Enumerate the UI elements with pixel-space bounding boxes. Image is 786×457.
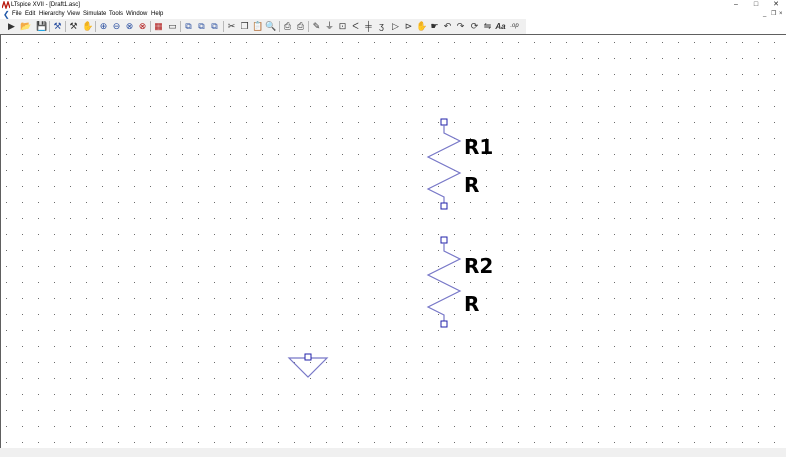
wand-icon[interactable]: ⚒ [68, 21, 79, 32]
schematic-canvas[interactable]: R1 R R2 R [0, 34, 786, 449]
toolbar-separator [308, 21, 309, 32]
zoom-in-icon[interactable]: ⊕ [98, 21, 109, 32]
menu-tools[interactable]: Tools [109, 10, 123, 19]
status-bar [0, 448, 786, 457]
menu-file[interactable]: File [12, 10, 22, 19]
run-icon[interactable]: ▶ [6, 21, 17, 32]
tile-icon[interactable]: ▭ [167, 21, 178, 32]
autorange-icon[interactable]: ▦ [153, 21, 164, 32]
spice-directive-icon[interactable]: .op [509, 21, 520, 32]
window-title: LTspice XVII - [Draft1.asc] [11, 2, 80, 8]
cut-icon[interactable]: ✂ [226, 21, 237, 32]
toolbar-separator [279, 21, 280, 32]
cascade-icon[interactable]: ⧉ [196, 21, 207, 32]
label-net-icon[interactable]: ⊡ [337, 21, 348, 32]
menu-hierarchy[interactable]: Hierarchy [39, 10, 65, 19]
toolbar-separator [180, 21, 181, 32]
ground-icon[interactable]: ⏚ [324, 21, 335, 32]
toolbar-separator [49, 21, 50, 32]
mdi-restore-button[interactable]: ❐ [771, 10, 776, 19]
find-icon[interactable]: 🔍 [265, 21, 276, 32]
toolbar-separator [95, 21, 96, 32]
menu-edit[interactable]: Edit [25, 10, 35, 19]
open-icon[interactable]: 📂 [20, 21, 31, 32]
save-icon[interactable]: 💾 [36, 21, 47, 32]
zoom-cancel-icon[interactable]: ⊗ [137, 21, 148, 32]
halt-icon[interactable]: ✋ [82, 21, 93, 32]
component-name-r2[interactable]: R2 [464, 254, 493, 278]
close-all-icon[interactable]: ⧉ [209, 21, 220, 32]
component-name-r1[interactable]: R1 [464, 135, 493, 159]
component-icon[interactable]: ⊳ [403, 21, 414, 32]
minimize-button[interactable]: – [726, 0, 746, 10]
wire-icon[interactable]: ✎ [311, 21, 322, 32]
print-icon[interactable]: ⎙ [282, 21, 293, 32]
drag-icon[interactable]: ☛ [429, 21, 440, 32]
mirror-icon[interactable]: ⇋ [482, 21, 493, 32]
capacitor-icon[interactable]: ╪ [363, 21, 374, 32]
menu-view[interactable]: View [67, 10, 80, 19]
ltspice-app-icon [2, 1, 10, 9]
resistor-icon[interactable]: ᐸ [350, 21, 361, 32]
menu-help[interactable]: Help [151, 10, 163, 19]
mdi-minimize-button[interactable]: _ [763, 10, 766, 19]
toolbar-separator [65, 21, 66, 32]
redo-icon[interactable]: ↷ [455, 21, 466, 32]
maximize-button[interactable]: □ [746, 0, 766, 10]
mdi-close-button[interactable]: × [779, 10, 783, 19]
component-value-r1[interactable]: R [464, 173, 479, 197]
tile-horizontal-icon[interactable]: ⧉ [183, 21, 194, 32]
toolbar: ▶ 📂 💾 ⚒ ⚒ ✋ ⊕ ⊖ ⊗ ⊗ ▦ ▭ ⧉ ⧉ ⧉ ✂ ❐ 📋 🔍 ⎙ … [0, 19, 526, 35]
menu-bar: ❮ File Edit Hierarchy View Simulate Tool… [0, 10, 786, 19]
copy-icon[interactable]: ❐ [239, 21, 250, 32]
zoom-out-icon[interactable]: ⊖ [111, 21, 122, 32]
text-icon[interactable]: Aa [495, 21, 506, 32]
print-preview-icon[interactable]: ⎙ [295, 21, 306, 32]
toolbar-separator [223, 21, 224, 32]
move-icon[interactable]: ✋ [416, 21, 427, 32]
title-bar: LTspice XVII - [Draft1.asc] – □ ✕ [0, 0, 786, 10]
toolbar-separator [150, 21, 151, 32]
zoom-fit-icon[interactable]: ⊗ [124, 21, 135, 32]
back-arrow-icon[interactable]: ❮ [3, 10, 10, 19]
rotate-icon[interactable]: ⟳ [469, 21, 480, 32]
diode-icon[interactable]: ▷ [390, 21, 401, 32]
schematic-drawing[interactable]: R1 R R2 R [1, 35, 786, 449]
component-value-r2[interactable]: R [464, 292, 479, 316]
toolbar-empty-area [526, 19, 786, 34]
menu-simulate[interactable]: Simulate [83, 10, 106, 19]
grid-dots [1, 35, 786, 449]
control-panel-icon[interactable]: ⚒ [52, 21, 63, 32]
undo-icon[interactable]: ↶ [442, 21, 453, 32]
menu-window[interactable]: Window [126, 10, 147, 19]
close-button[interactable]: ✕ [766, 0, 786, 10]
pin-marker [304, 353, 312, 361]
inductor-icon[interactable]: ʒ [376, 21, 387, 32]
paste-icon[interactable]: 📋 [252, 21, 263, 32]
